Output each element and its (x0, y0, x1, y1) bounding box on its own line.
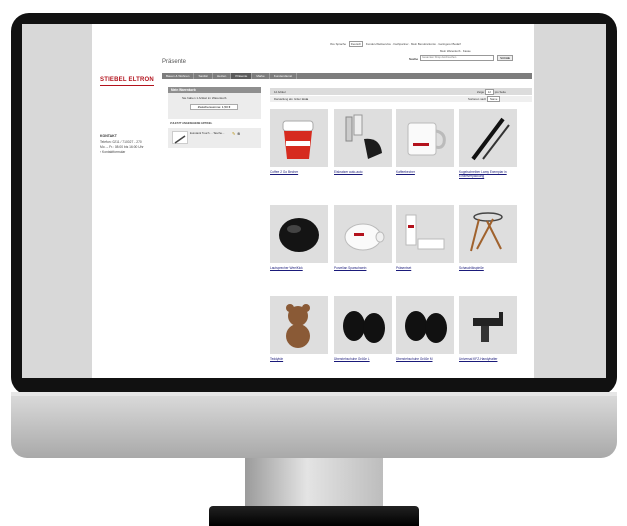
logo-area (96, 36, 152, 96)
recent-item-name[interactable]: Eurotank Touch ... Tasche... (190, 131, 228, 135)
nav-item-kundendienst[interactable]: Kundendienst (270, 73, 298, 79)
brand-logo[interactable]: STIEBEL ELTRON (100, 77, 154, 83)
product-card[interactable]: Präsentset (396, 205, 454, 270)
product-card[interactable]: Eiskratzer auto-auto (334, 109, 392, 174)
cart-summary: Sie haben 1 Artikel im Warenkorb (182, 96, 227, 100)
remove-icon[interactable]: ⊗ (237, 131, 240, 136)
product-card[interactable]: Universal KFZ-Handyhalter (459, 296, 517, 361)
item-count: 12 Artikel (274, 90, 286, 94)
sort-label: Sortieren nach (468, 97, 487, 101)
view-label: Darstellung als: Gitter (274, 97, 301, 101)
piggy-bank-icon[interactable] (334, 205, 392, 263)
speaker-icon[interactable] (270, 205, 328, 263)
teddy-icon[interactable] (270, 296, 328, 354)
nav-item-heizen[interactable]: Heizen (213, 73, 232, 79)
coffee-cup-icon[interactable] (270, 109, 328, 167)
product-card[interactable]: Überziehschuhe Größe M (396, 296, 454, 361)
mug-icon[interactable] (396, 109, 454, 167)
header-top-bar: Ihre Sprache Deutsch Kunden-Webservice ·… (330, 41, 461, 47)
product-card[interactable]: Schaschlikspieße (459, 205, 517, 270)
monitor-chin-highlight (11, 392, 617, 396)
product-name[interactable]: Coffee 2 Go Becher (270, 170, 328, 174)
nav-item-bauen[interactable]: Bauen & Wohnen (162, 73, 195, 79)
language-select[interactable]: Deutsch (348, 41, 364, 47)
product-name[interactable]: Überziehschuhe Größe M (396, 357, 454, 361)
slippers-icon[interactable] (396, 296, 454, 354)
top-links[interactable]: Kunden-Webservice · Fachpartner · Mein B… (366, 42, 461, 46)
sort-select[interactable]: Name (486, 96, 501, 102)
page-title: Präsente (162, 59, 187, 65)
product-name[interactable]: Präsentset (396, 266, 454, 270)
ice-scraper-icon[interactable] (334, 109, 392, 167)
view-list-link[interactable]: Liste (302, 97, 309, 101)
search-button[interactable]: SUCHE (497, 55, 513, 61)
product-name[interactable]: Lautsprecher WeelKick (270, 266, 328, 270)
language-label: Ihre Sprache (330, 42, 347, 46)
search-input[interactable]: Gesamten Shop durchsuchen (420, 55, 494, 61)
slippers-icon[interactable] (334, 296, 392, 354)
product-card[interactable]: Kaffeebecher (396, 109, 454, 174)
gift-set-icon[interactable] (396, 205, 454, 263)
product-name[interactable]: Universal KFZ-Handyhalter (459, 357, 517, 361)
product-name[interactable]: Teddybär (270, 357, 328, 361)
product-name[interactable]: Schaschlikspieße (459, 266, 517, 270)
phone-holder-icon[interactable] (459, 296, 517, 354)
product-name[interactable]: Kaffeebecher (396, 170, 454, 174)
cart-subtotal-button[interactable]: Zwischensumme: 1,50 € (190, 104, 238, 110)
product-name[interactable]: Überziehschuhe Größe L (334, 357, 392, 361)
nav-item-sanitaer[interactable]: Sanitär (194, 73, 213, 79)
main-nav: Bauen & Wohnen Sanitär Heizen Präsente M… (162, 73, 532, 79)
contact-block: Telefon: 0211 / 710027 - 270 Mo. – Fr.: … (100, 140, 156, 155)
cart-checkout-links[interactable]: Mein Warenkorb · Kasse (440, 49, 471, 53)
logo-underline (100, 85, 154, 86)
nav-item-praesente[interactable]: Präsente (231, 73, 253, 79)
edit-icon[interactable]: ✎ (232, 131, 235, 136)
per-page-select[interactable]: 12 (484, 89, 494, 95)
show-label: Zeige (477, 90, 484, 94)
product-card[interactable]: Porzellan Sparschwein (334, 205, 392, 270)
product-card[interactable]: Kugelschreiber Lamy Exemplar in Einzelve… (459, 109, 517, 178)
monitor-chin (11, 392, 617, 458)
monitor-stand-neck (245, 458, 383, 506)
nav-item-marke[interactable]: Marke (252, 73, 270, 79)
per-page-control: Zeige 12 pro Seite (477, 89, 506, 95)
pen-icon[interactable] (459, 109, 517, 167)
product-name[interactable]: Eiskratzer auto-auto (334, 170, 392, 174)
product-card[interactable]: Teddybär (270, 296, 328, 361)
sort-control: Sortieren nach Name (468, 96, 501, 102)
monitor-stand-foot (209, 506, 419, 526)
product-name[interactable]: Kugelschreiber Lamy Exemplar in Einzelve… (459, 170, 517, 178)
skewers-icon[interactable] (459, 205, 517, 263)
product-card[interactable]: Überziehschuhe Größe L (334, 296, 392, 361)
recent-items-title: ZULETZT ANGESEHENE ARTIKEL (170, 122, 213, 125)
contact-title: KONTAKT (100, 134, 117, 138)
contact-form-link[interactable]: › Kontaktformular (100, 150, 156, 155)
product-card[interactable]: Lautsprecher WeelKick (270, 205, 328, 270)
recent-item-thumbnail[interactable] (172, 131, 188, 144)
view-mode: Darstellung als: Gitter Liste (274, 97, 308, 101)
product-card[interactable]: Coffee 2 Go Becher (270, 109, 328, 174)
per-page-label: pro Seite (494, 90, 506, 94)
product-name[interactable]: Porzellan Sparschwein (334, 266, 392, 270)
search-label: Suche (409, 57, 419, 61)
